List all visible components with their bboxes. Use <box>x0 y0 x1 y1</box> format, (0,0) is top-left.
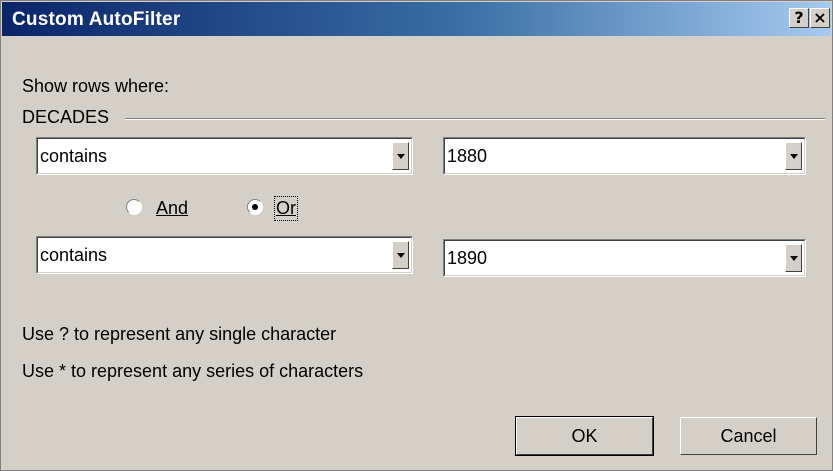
value-text-2: 1890 <box>447 248 488 268</box>
group-divider <box>125 118 825 120</box>
ok-button[interactable]: OK <box>515 416 654 456</box>
dropdown-arrow-icon[interactable] <box>785 142 802 170</box>
operator-value-2: contains <box>40 245 108 265</box>
show-rows-label: Show rows where: <box>22 76 170 96</box>
and-label[interactable]: And <box>156 198 188 219</box>
custom-autofilter-dialog: Custom AutoFilter ? × Show rows where: D… <box>0 0 833 471</box>
field-name-label: DECADES <box>22 107 110 127</box>
and-radio[interactable] <box>126 199 142 215</box>
close-icon[interactable]: × <box>810 8 830 28</box>
radio-selected-dot <box>252 204 258 210</box>
dropdown-arrow-icon[interactable] <box>785 244 802 272</box>
help-icon[interactable]: ? <box>789 8 809 28</box>
cancel-button[interactable]: Cancel <box>680 417 817 455</box>
hint-series-chars: Use * to represent any series of charact… <box>22 361 364 381</box>
or-radio[interactable] <box>247 199 263 215</box>
window-title: Custom AutoFilter <box>12 9 181 30</box>
value-combo-2[interactable]: 1890 <box>443 239 806 277</box>
title-bar[interactable]: Custom AutoFilter ? × <box>2 2 831 36</box>
operator-value-1: contains <box>40 146 108 166</box>
operator-select-1[interactable]: contains <box>36 137 413 175</box>
operator-select-2[interactable]: contains <box>36 236 413 274</box>
value-combo-1[interactable]: 1880 <box>443 137 806 175</box>
dropdown-arrow-icon[interactable] <box>392 142 409 170</box>
hint-single-char: Use ? to represent any single character <box>22 324 337 344</box>
dropdown-arrow-icon[interactable] <box>392 241 409 269</box>
value-text-1: 1880 <box>447 146 488 166</box>
or-label[interactable]: Or <box>274 196 298 221</box>
